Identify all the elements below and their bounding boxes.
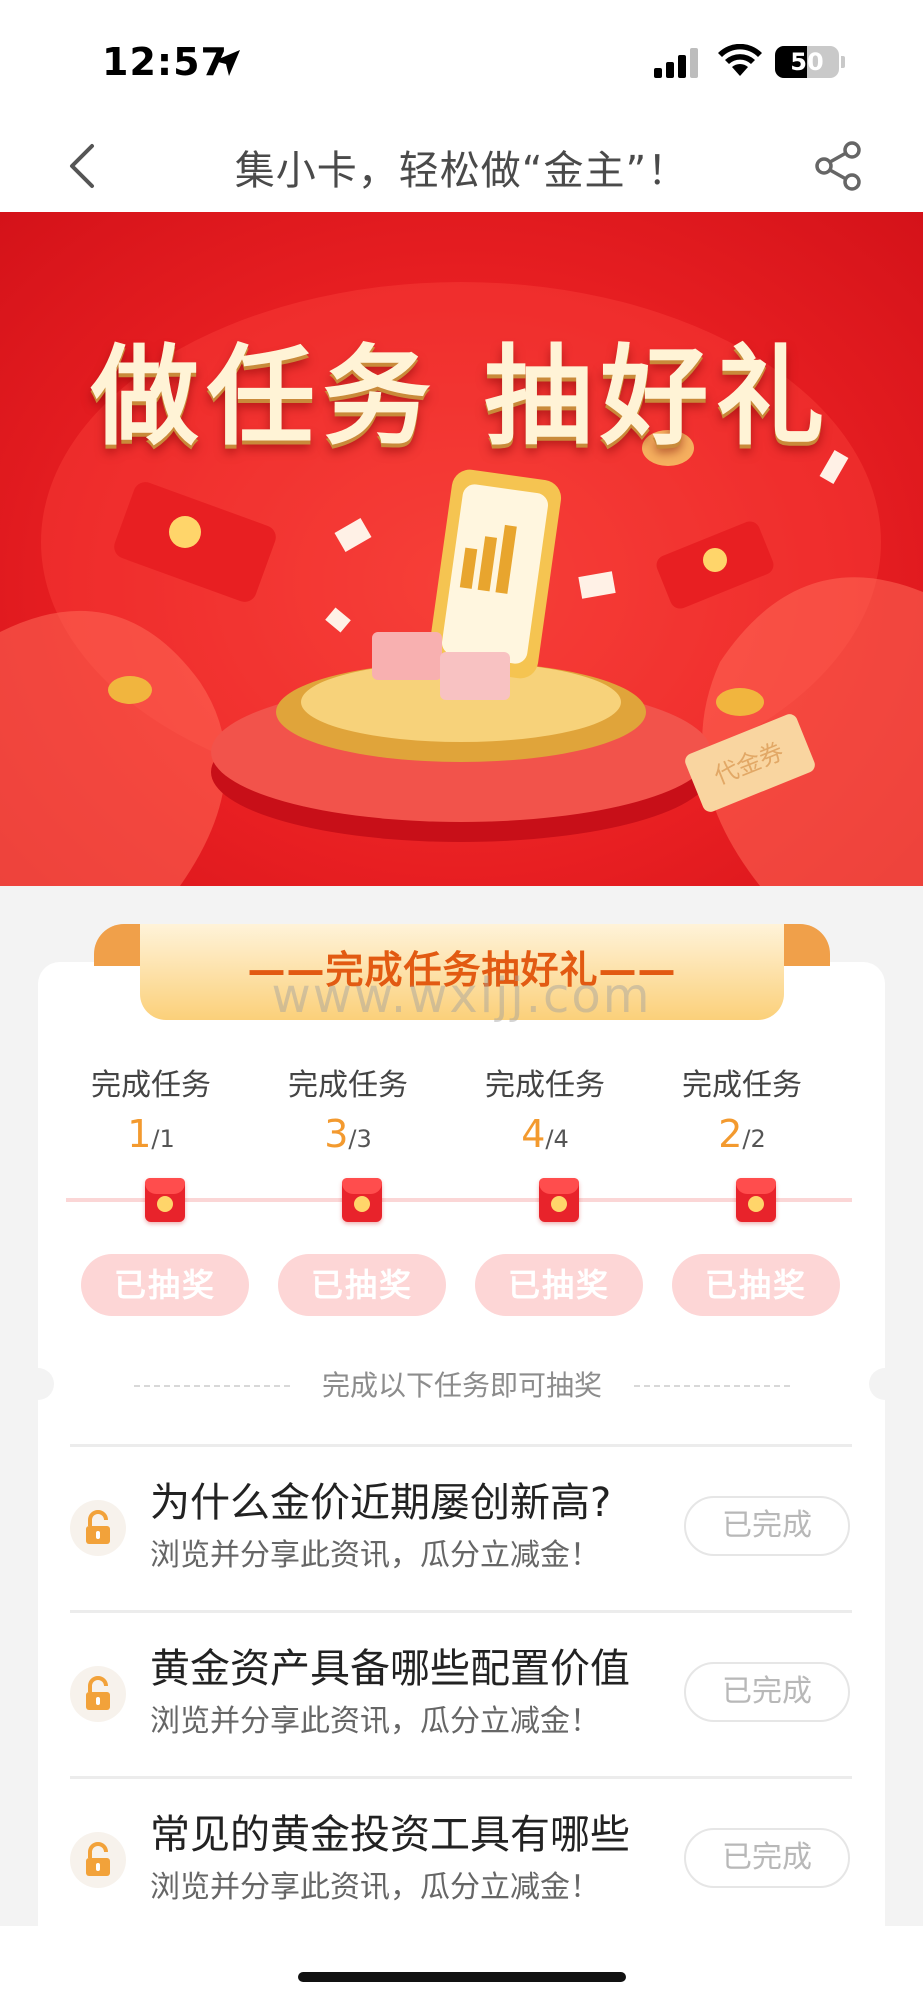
row-divider bbox=[70, 1776, 852, 1779]
progress-total: /1 bbox=[151, 1125, 175, 1153]
progress-done: 1 bbox=[127, 1112, 152, 1156]
draw-button[interactable]: 已抽奖 bbox=[672, 1254, 840, 1316]
row-divider bbox=[70, 1610, 852, 1613]
row-divider bbox=[70, 1444, 852, 1447]
progress-column: 完成任务 4/4 bbox=[460, 1060, 630, 1162]
ribbon-fold-left bbox=[94, 924, 144, 966]
progress-done: 3 bbox=[324, 1112, 349, 1156]
unlock-icon bbox=[86, 1842, 110, 1876]
progress-label: 完成任务 bbox=[682, 1068, 802, 1103]
red-envelope-icon bbox=[539, 1178, 579, 1222]
task-row[interactable]: 常见的黄金投资工具有哪些 浏览并分享此资讯，瓜分立减金！ 已完成 bbox=[70, 1780, 852, 1944]
task-title: 常见的黄金投资工具有哪些 bbox=[150, 1812, 630, 1858]
card-notch-left bbox=[22, 1368, 54, 1400]
status-bar: 12:57 50 bbox=[0, 0, 923, 120]
nav-bar: 集小卡，轻松做“金主”！ bbox=[0, 120, 923, 212]
progress-done: 2 bbox=[718, 1112, 743, 1156]
home-indicator[interactable] bbox=[298, 1972, 626, 1982]
divider-text: 完成以下任务即可抽奖 bbox=[321, 1369, 602, 1402]
share-icon[interactable] bbox=[812, 140, 864, 192]
draw-button[interactable]: 已抽奖 bbox=[475, 1254, 643, 1316]
home-bar bbox=[0, 1926, 923, 2000]
red-envelope-icon bbox=[342, 1178, 382, 1222]
progress-column: 完成任务 3/3 bbox=[263, 1060, 433, 1162]
task-subtitle: 浏览并分享此资讯，瓜分立减金！ bbox=[150, 1704, 600, 1739]
progress-label: 完成任务 bbox=[91, 1068, 211, 1103]
task-title: 为什么金价近期屡创新高? bbox=[150, 1480, 612, 1526]
progress-label: 完成任务 bbox=[485, 1068, 605, 1103]
task-subtitle: 浏览并分享此资讯，瓜分立减金！ bbox=[150, 1538, 600, 1573]
progress-total: /4 bbox=[545, 1125, 569, 1153]
tasks-divider: 完成以下任务即可抽奖 bbox=[134, 1366, 790, 1406]
progress-count: 3/3 bbox=[263, 1112, 433, 1162]
lock-icon-circle bbox=[70, 1500, 126, 1556]
task-title: 黄金资产具备哪些配置价值 bbox=[150, 1646, 630, 1692]
progress-count: 1/1 bbox=[66, 1112, 236, 1162]
progress-column: 完成任务 1/1 bbox=[66, 1060, 236, 1162]
chevron-left-icon[interactable] bbox=[62, 140, 102, 192]
draw-button[interactable]: 已抽奖 bbox=[81, 1254, 249, 1316]
promo-banner: 做任务 抽好礼 代金券 bbox=[0, 212, 923, 886]
location-arrow-icon bbox=[214, 50, 240, 76]
status-time: 12:57 bbox=[102, 40, 228, 84]
completed-button[interactable]: 已完成 bbox=[684, 1496, 850, 1556]
watermark: www.wxljj.com bbox=[271, 968, 652, 1024]
red-envelope-icon bbox=[145, 1178, 185, 1222]
lock-icon-circle bbox=[70, 1832, 126, 1888]
banner-title: 做任务 抽好礼 bbox=[90, 335, 833, 460]
task-subtitle: 浏览并分享此资讯，瓜分立减金！ bbox=[150, 1870, 600, 1905]
progress-total: /3 bbox=[348, 1125, 372, 1153]
battery-level: 50 bbox=[790, 48, 824, 76]
progress-count: 4/4 bbox=[460, 1112, 630, 1162]
unlock-icon bbox=[86, 1676, 110, 1710]
card-notch-right bbox=[869, 1368, 901, 1400]
red-envelope-icon bbox=[736, 1178, 776, 1222]
progress-count: 2/2 bbox=[657, 1112, 827, 1162]
progress-done: 4 bbox=[521, 1112, 546, 1156]
wifi-icon bbox=[718, 44, 762, 76]
battery-icon: 50 bbox=[775, 46, 839, 78]
unlock-icon bbox=[86, 1510, 110, 1544]
lock-icon-circle bbox=[70, 1666, 126, 1722]
task-row[interactable]: 为什么金价近期屡创新高? 浏览并分享此资讯，瓜分立减金！ 已完成 bbox=[70, 1448, 852, 1612]
progress-label: 完成任务 bbox=[288, 1068, 408, 1103]
page-title: 集小卡，轻松做“金主”！ bbox=[234, 148, 689, 194]
ribbon-fold-right bbox=[780, 924, 830, 966]
completed-button[interactable]: 已完成 bbox=[684, 1828, 850, 1888]
battery-tip bbox=[841, 56, 845, 68]
draw-button[interactable]: 已抽奖 bbox=[278, 1254, 446, 1316]
progress-column: 完成任务 2/2 bbox=[657, 1060, 827, 1162]
completed-button[interactable]: 已完成 bbox=[684, 1662, 850, 1722]
cellular-signal-icon bbox=[654, 48, 698, 78]
progress-total: /2 bbox=[742, 1125, 766, 1153]
task-row[interactable]: 黄金资产具备哪些配置价值 浏览并分享此资讯，瓜分立减金！ 已完成 bbox=[70, 1614, 852, 1778]
